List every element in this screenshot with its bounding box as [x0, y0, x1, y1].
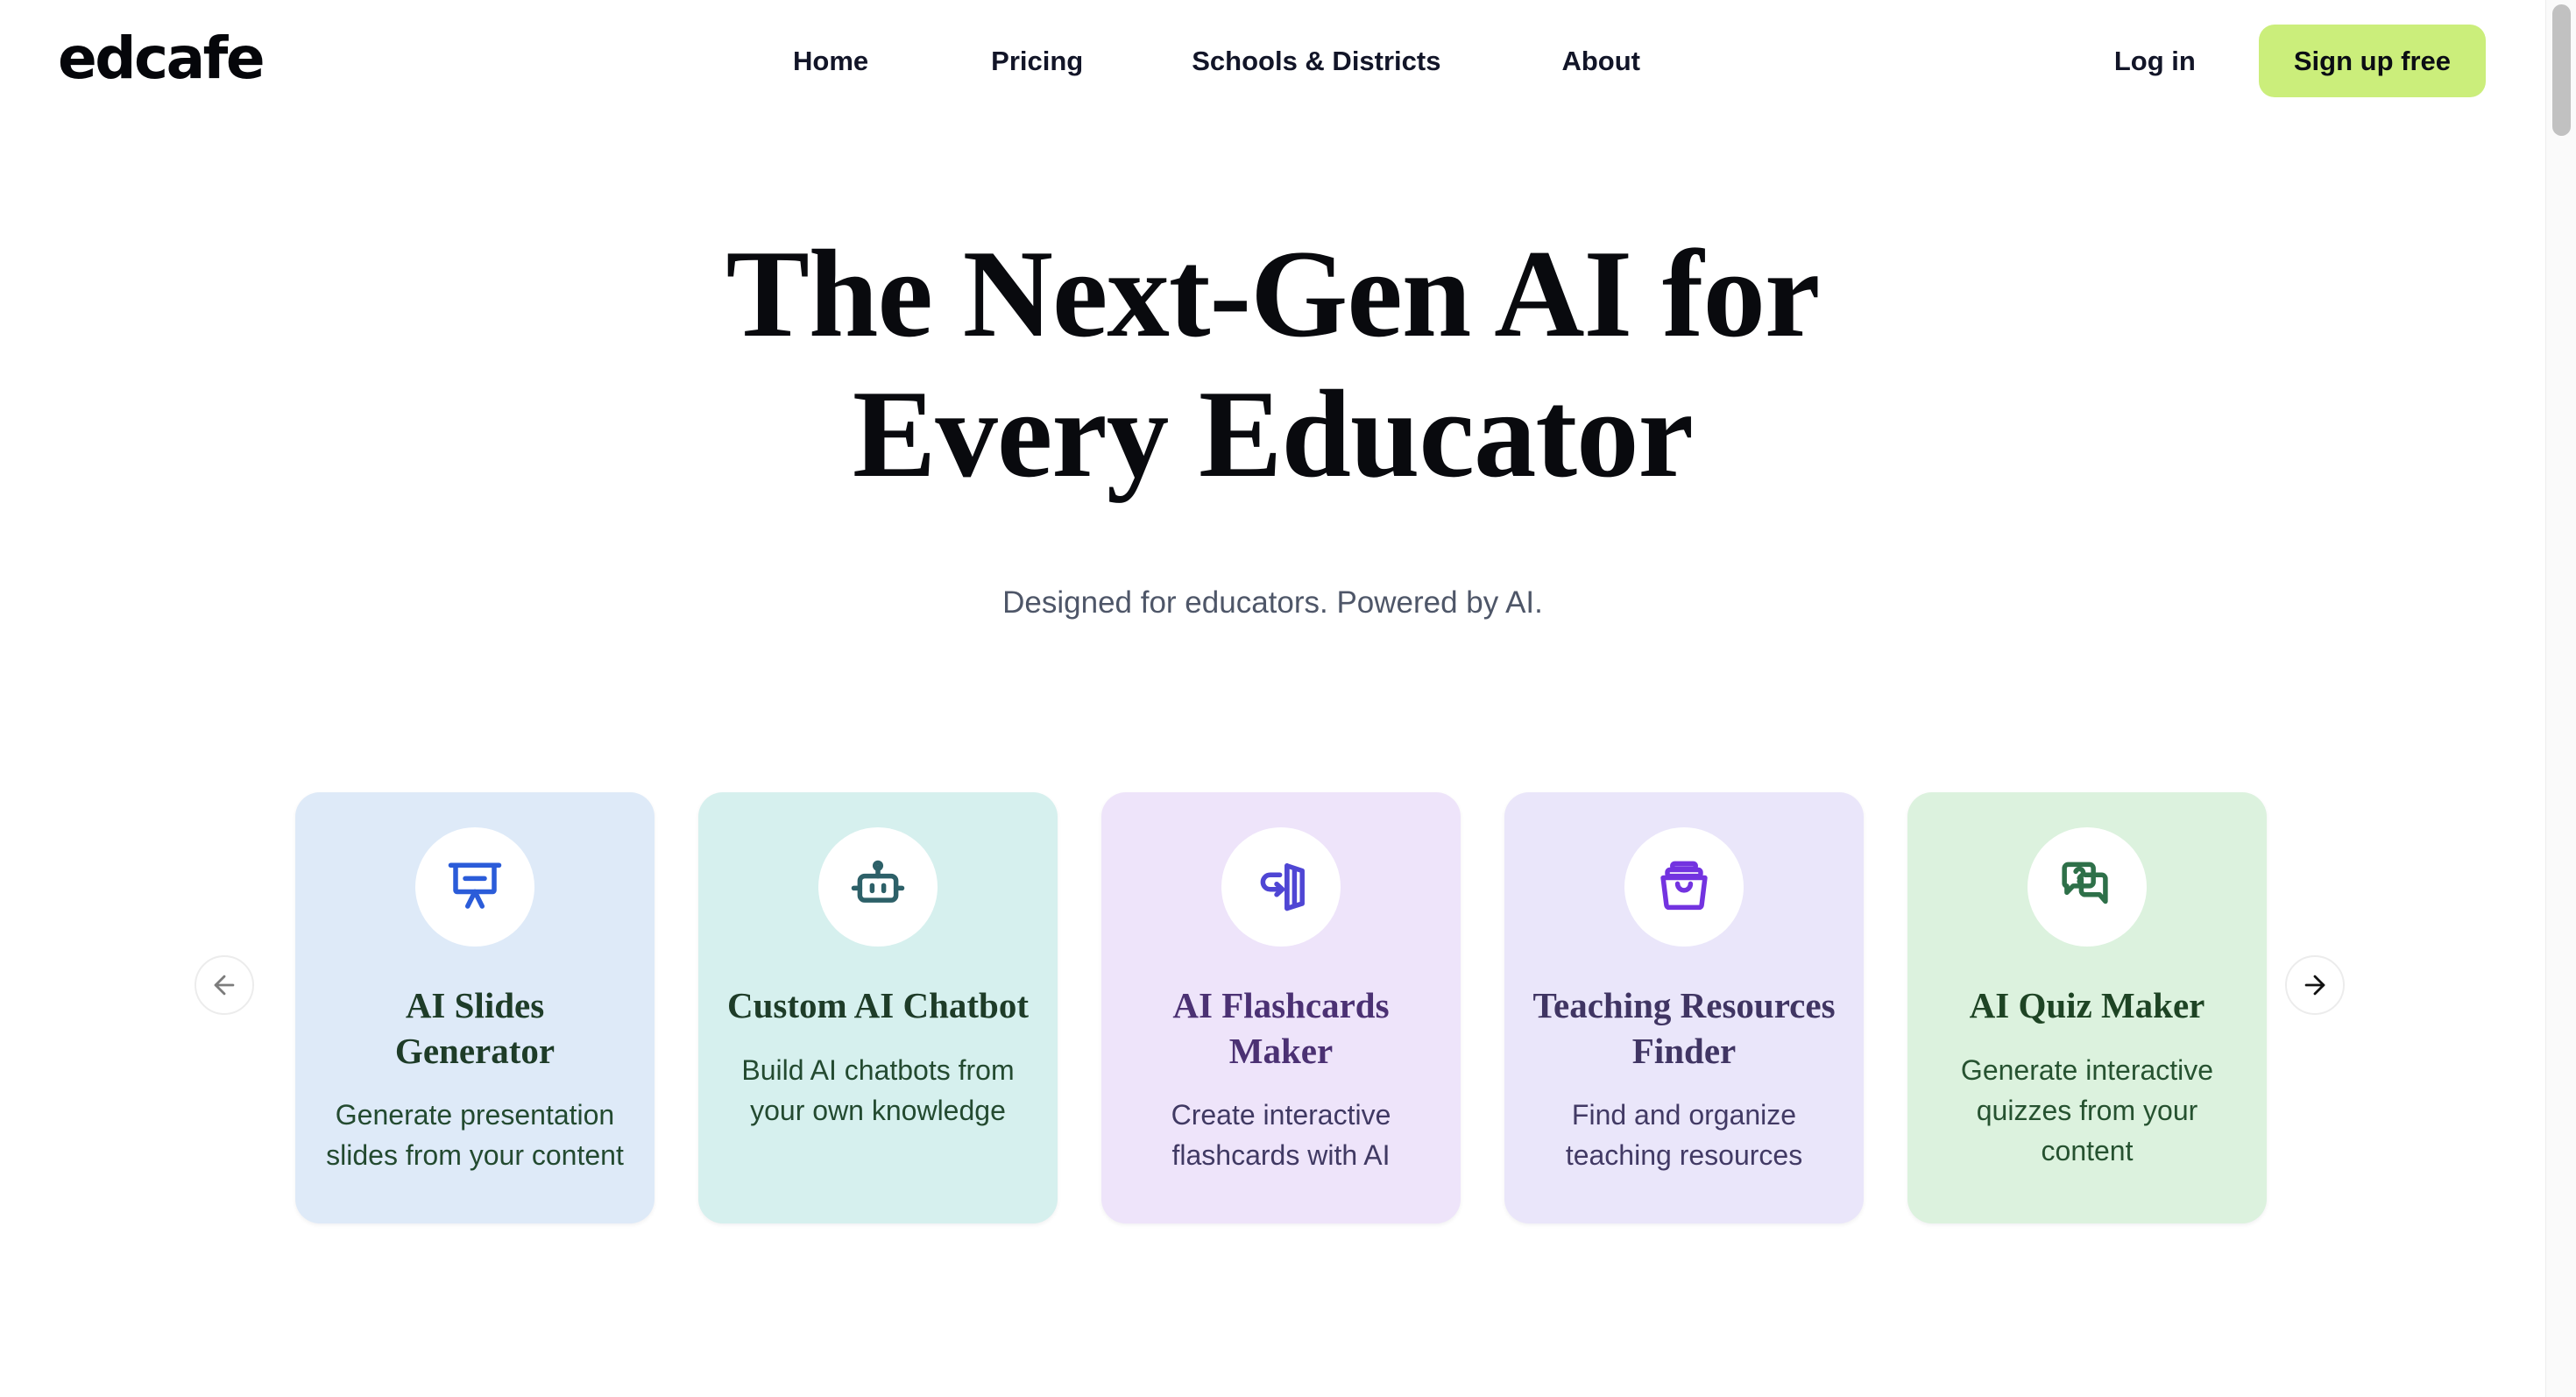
arrow-right-icon — [2304, 975, 2325, 996]
card-icon-badge — [1221, 827, 1341, 947]
feature-card-ai-slides-generator[interactable]: AI Slides Generator Generate presentatio… — [295, 792, 655, 1223]
card-title: AI Slides Generator — [394, 985, 556, 1071]
nav-item-schools-districts[interactable]: Schools & Districts — [1192, 46, 1440, 77]
card-icon-badge — [1624, 827, 1744, 947]
feature-card-ai-quiz-maker[interactable]: AI Quiz Maker Generate interactive quizz… — [1907, 792, 2267, 1223]
landing-page: edcafe Home Pricing Schools & Districts … — [0, 0, 2576, 1397]
hero-section: The Next-Gen AI for Every Educator Desig… — [0, 223, 2545, 624]
card-description: Generate presentation slides from your c… — [326, 1099, 624, 1172]
page-scrollbar-track[interactable] — [2545, 0, 2576, 1397]
robot-icon — [851, 860, 905, 903]
feature-carousel: AI Slides Generator Generate presentatio… — [0, 792, 2545, 1230]
carousel-prev-button[interactable] — [195, 955, 254, 1015]
feature-card-teaching-resources-finder[interactable]: Teaching Resources Finder Find and organ… — [1504, 792, 1864, 1223]
nav-item-home[interactable]: Home — [793, 46, 868, 77]
signup-free-button[interactable]: Sign up free — [2258, 25, 2486, 97]
carousel-next-button[interactable] — [2285, 955, 2345, 1015]
presentation-board-icon — [448, 862, 502, 909]
hero-subtitle: Designed for educators. Powered by AI. — [1002, 585, 1543, 620]
card-title: Teaching Resources Finder — [1532, 985, 1836, 1071]
page-title: The Next-Gen AI for Every Educator — [651, 223, 1895, 504]
brand-logo[interactable]: edcafe — [58, 30, 265, 88]
feature-card-list: AI Slides Generator Generate presentatio… — [295, 792, 2267, 1223]
card-icon-badge — [818, 827, 938, 947]
feature-card-custom-ai-chatbot[interactable]: Custom AI Chatbot Build AI chatbots from… — [698, 792, 1058, 1223]
hero-title-line-2: Every Educator — [852, 365, 1694, 504]
flashcard-flip-icon — [1260, 863, 1305, 911]
header-actions: Log in Sign up free — [2114, 25, 2486, 97]
card-description: Generate interactive quizzes from your c… — [1960, 1053, 2214, 1167]
archive-box-icon — [1660, 861, 1708, 911]
nav-item-about[interactable]: About — [1561, 46, 1640, 77]
nav-link-about[interactable]: About — [1561, 46, 1640, 77]
page-scrollbar-thumb[interactable] — [2552, 4, 2571, 136]
card-description: Build AI chatbots from your own knowledg… — [741, 1053, 1015, 1126]
card-icon-badge — [415, 827, 534, 947]
card-description: Create interactive flashcards with AI — [1171, 1099, 1391, 1172]
card-title: AI Quiz Maker — [1969, 985, 2205, 1025]
card-description: Find and organize teaching resources — [1565, 1099, 1803, 1172]
login-link[interactable]: Log in — [2114, 46, 2196, 77]
card-title: Custom AI Chatbot — [727, 985, 1029, 1025]
site-header: edcafe Home Pricing Schools & Districts … — [0, 0, 2545, 133]
nav-link-home[interactable]: Home — [793, 46, 868, 77]
card-icon-badge — [2028, 827, 2147, 947]
main-navigation: Home Pricing Schools & Districts About — [793, 46, 1640, 77]
hero-title-line-1: The Next-Gen AI for — [725, 224, 1821, 363]
arrow-left-icon — [214, 975, 235, 996]
feature-card-ai-flashcards-maker[interactable]: AI Flashcards Maker Create interactive f… — [1101, 792, 1461, 1223]
nav-link-schools-districts[interactable]: Schools & Districts — [1192, 46, 1440, 77]
card-title: AI Flashcards Maker — [1172, 985, 1390, 1071]
nav-link-pricing[interactable]: Pricing — [991, 46, 1083, 77]
quiz-chat-bubbles-icon — [2062, 862, 2108, 904]
nav-item-pricing[interactable]: Pricing — [991, 46, 1083, 77]
